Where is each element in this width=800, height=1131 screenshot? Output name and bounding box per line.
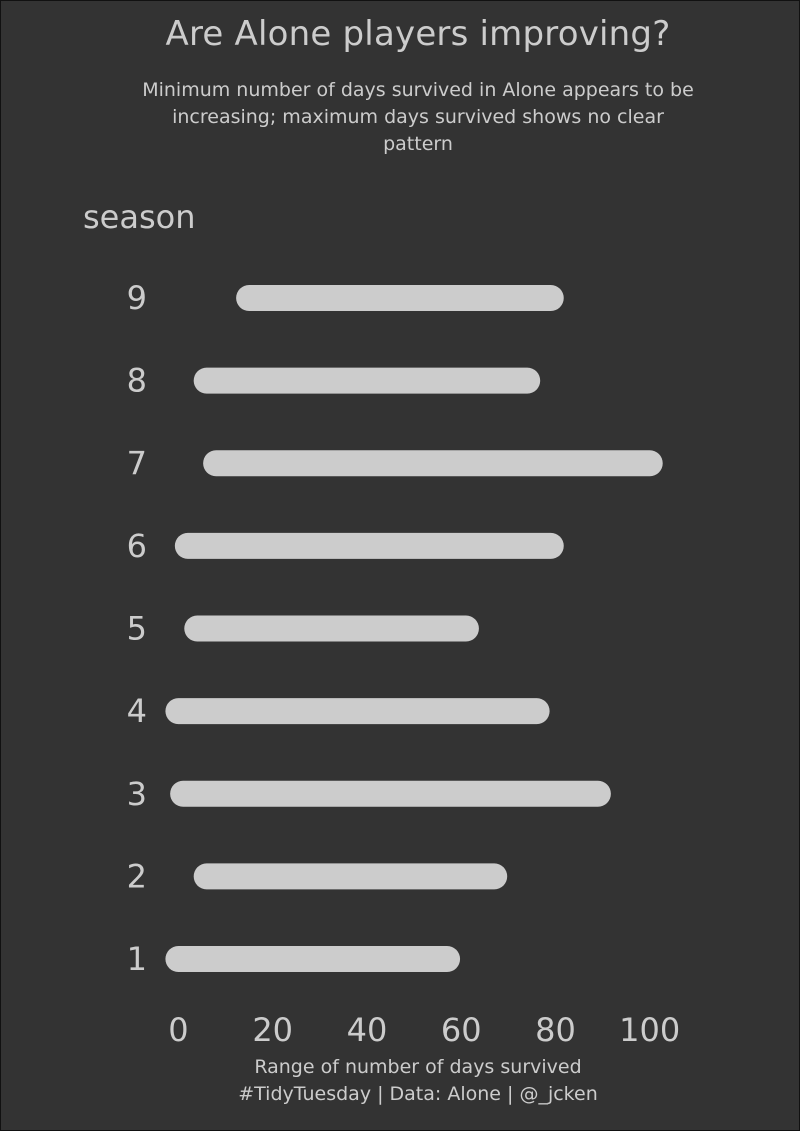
- x-tick-label-100: 100: [619, 1011, 680, 1049]
- x-tick-label-40: 40: [347, 1011, 388, 1049]
- y-tick-label-season-5: 5: [127, 610, 147, 648]
- y-tick-label-season-7: 7: [127, 444, 147, 482]
- y-tick-label-season-6: 6: [127, 527, 147, 565]
- y-tick-label-season-8: 8: [127, 362, 147, 400]
- x-tick-label-0: 0: [168, 1011, 188, 1049]
- y-axis-label: season: [83, 198, 196, 236]
- y-tick-labels: 1 2 3 4 5 6 7 8 9: [127, 279, 147, 978]
- x-tick-labels: 0 20 40 60 80 100: [168, 1011, 680, 1049]
- bars-group: [165, 285, 663, 972]
- range-bar-chart: season 1 2 3 4 5 6 7 8 9 0 20 40 60 80 100: [83, 198, 680, 1049]
- y-tick-label-season-4: 4: [127, 692, 147, 730]
- x-tick-label-60: 60: [441, 1011, 482, 1049]
- chart-caption: #TidyTuesday | Data: Alone | @_jcken: [238, 1083, 598, 1105]
- y-tick-label-season-2: 2: [127, 857, 147, 895]
- y-tick-label-season-3: 3: [127, 775, 147, 813]
- x-axis-label: Range of number of days survived: [254, 1056, 582, 1078]
- y-tick-label-season-1: 1: [127, 940, 147, 978]
- x-tick-label-80: 80: [535, 1011, 576, 1049]
- x-tick-label-20: 20: [252, 1011, 293, 1049]
- y-tick-label-season-9: 9: [127, 279, 147, 317]
